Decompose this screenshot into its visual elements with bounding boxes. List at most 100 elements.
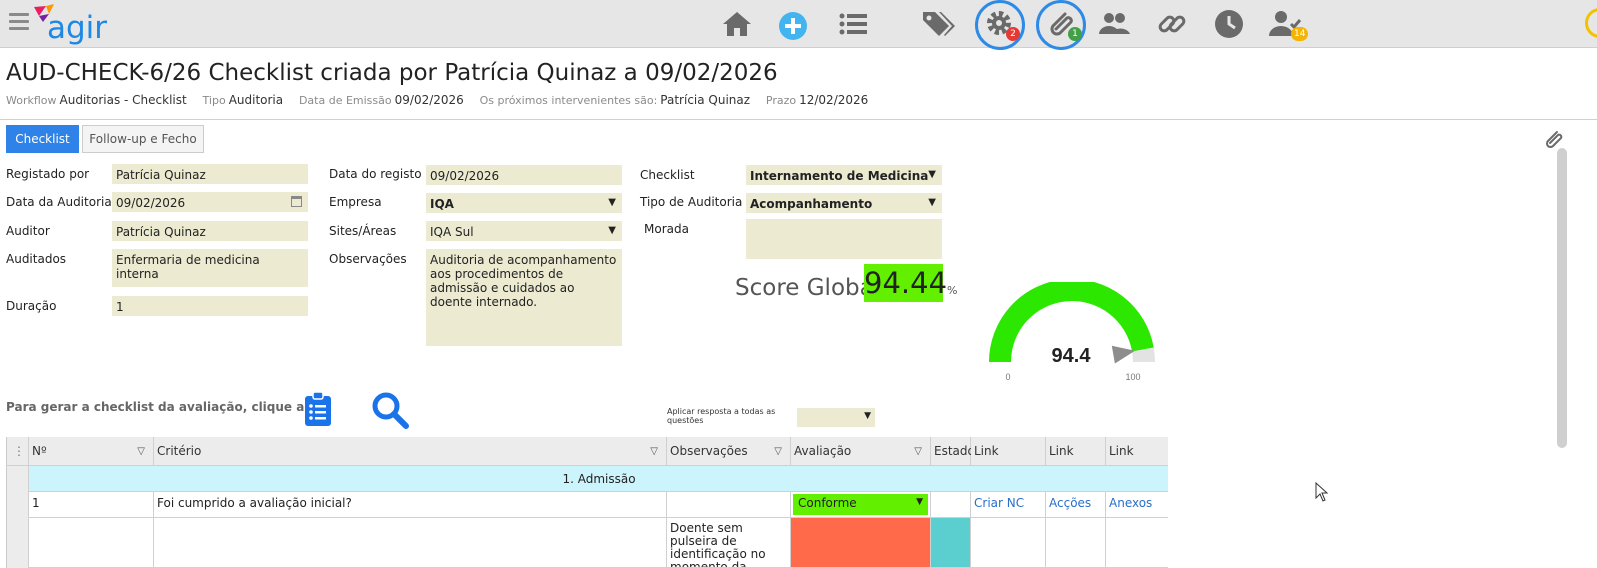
add-icon[interactable] <box>777 8 809 44</box>
audited-field[interactable]: Enfermaria de medicina interna <box>112 249 308 287</box>
workflow-value: Auditorias - Checklist <box>59 93 187 107</box>
link-icon[interactable] <box>1153 6 1191 42</box>
page-title: AUD-CHECK-6/26 Checklist criada por Patr… <box>6 60 778 86</box>
apply-all-select[interactable]: ▼ <box>797 408 875 427</box>
logo-text: agir <box>47 10 107 46</box>
checklist-grid: ⋮ Nº ▽ Critério ▽ Observações ▽ Avaliação ▽ … <box>6 437 1168 568</box>
users-icon[interactable] <box>1095 6 1133 42</box>
row-state <box>931 492 971 518</box>
audited-label: Auditados <box>6 252 67 266</box>
tab-followup[interactable]: Follow-up e Fecho <box>82 125 204 153</box>
grid-header-link-3[interactable]: Link <box>1106 437 1168 466</box>
audit-type-select[interactable]: Acompanhamento ▼ <box>746 193 942 213</box>
chevron-down-icon: ▼ <box>916 497 923 507</box>
issue-date-value: 09/02/2026 <box>394 93 464 107</box>
row-link-1[interactable] <box>971 518 1046 568</box>
grid-header-observations[interactable]: Observações ▽ <box>667 437 791 466</box>
attachments-link[interactable]: Anexos <box>1106 492 1168 518</box>
auditor-field[interactable]: Patrícia Quinaz <box>112 221 308 241</box>
header-divider <box>0 119 1597 120</box>
apply-all-label: Aplicar resposta a todas as questões <box>667 407 776 425</box>
issue-date-label: Data de Emissão <box>298 94 392 107</box>
row-criterion <box>154 518 667 568</box>
next-participants-value: Patrícia Quinaz <box>660 93 751 107</box>
registered-by-label: Registado por <box>6 167 90 181</box>
chevron-down-icon: ▽ <box>137 446 145 457</box>
row-link-2[interactable] <box>1046 518 1106 568</box>
chevron-down-icon: ▼ <box>864 411 871 421</box>
vertical-scrollbar[interactable] <box>1557 148 1567 448</box>
group-row: 1. Admissão <box>29 466 1168 492</box>
duration-field[interactable]: 1 <box>112 296 308 316</box>
menu-icon[interactable] <box>9 13 29 31</box>
grid-header-criterion[interactable]: Critério ▽ <box>154 437 667 466</box>
grid-header-link-1[interactable]: Link <box>971 437 1046 466</box>
row-evaluation-cell[interactable] <box>791 518 931 568</box>
duration-label: Duração <box>6 299 57 313</box>
checklist-value: Internamento de Medicina <box>750 169 929 183</box>
audit-date-value: 09/02/2026 <box>116 196 186 210</box>
grid-header-evaluation[interactable]: Avaliação ▽ <box>791 437 931 466</box>
row-link-3[interactable] <box>1106 518 1168 568</box>
settings-badge: 2 <box>1006 27 1020 41</box>
audit-type-label: Tipo de Auditoria <box>640 195 743 209</box>
observations-label: Observações <box>329 252 407 266</box>
sites-select[interactable]: IQA Sul ▼ <box>426 221 622 241</box>
generate-checklist-label: Para gerar a checklist da avaliação, cli… <box>6 400 331 414</box>
grid-header-state[interactable]: Estado <box>931 437 975 466</box>
home-icon[interactable] <box>718 6 756 42</box>
calendar-icon[interactable] <box>291 196 302 207</box>
score-value: 94.44 <box>864 264 948 302</box>
score-unit: % <box>947 284 958 297</box>
workflow-label: Workflow <box>6 94 57 107</box>
row-observations[interactable] <box>667 492 791 518</box>
attachments-badge: 1 <box>1068 27 1082 41</box>
registered-by-field[interactable]: Patrícia Quinaz <box>112 164 308 184</box>
create-nc-link[interactable]: Criar NC <box>971 492 1046 518</box>
row-observations[interactable]: Doente sem pulseira de identificação no … <box>667 518 791 568</box>
audit-date-field[interactable]: 09/02/2026 <box>112 192 308 212</box>
top-bar: agir 2 1 14 <box>0 0 1597 50</box>
app-logo[interactable]: agir <box>34 2 124 46</box>
checklist-label: Checklist <box>640 168 695 182</box>
list-icon[interactable] <box>834 6 872 42</box>
company-select[interactable]: IQA ▼ <box>426 193 622 213</box>
chevron-down-icon: ▼ <box>608 225 616 236</box>
row-criterion: Foi cumprido a avaliação inicial? <box>154 492 667 518</box>
tab-checklist[interactable]: Checklist <box>6 125 79 153</box>
grid-header-observations-label: Observações <box>670 444 748 458</box>
gauge-max: 100 <box>1125 372 1140 382</box>
grid-options-icon[interactable]: ⋮ <box>7 437 29 466</box>
gauge-min: 0 <box>1005 372 1010 382</box>
register-date-field[interactable]: 09/02/2026 <box>426 165 622 185</box>
evaluation-select[interactable]: Conforme ▼ <box>793 494 928 515</box>
sites-label: Sites/Áreas <box>329 224 397 238</box>
sites-value: IQA Sul <box>430 225 474 239</box>
actions-link[interactable]: Acções <box>1046 492 1106 518</box>
audit-type-value: Acompanhamento <box>750 197 873 211</box>
row-number: 1 <box>29 492 154 518</box>
observations-field[interactable]: Auditoria de acompanhamento aos procedim… <box>426 249 622 346</box>
register-date-label: Data do registo <box>329 167 422 181</box>
chevron-down-icon: ▽ <box>774 446 782 457</box>
row-gutter <box>7 466 29 568</box>
grid-header-evaluation-label: Avaliação <box>794 444 852 458</box>
search-icon[interactable] <box>370 390 410 430</box>
clipboard-list-icon[interactable] <box>302 391 334 427</box>
avatar[interactable] <box>1585 8 1597 38</box>
deadline-value: 12/02/2026 <box>799 93 869 107</box>
audit-date-label: Data da Auditoria <box>6 195 112 209</box>
chevron-down-icon: ▼ <box>608 197 616 208</box>
deadline-label: Prazo <box>765 94 797 107</box>
header-meta: Workflow Auditorias - Checklist Tipo Audit… <box>6 93 880 107</box>
evaluation-value: Conforme <box>798 496 857 510</box>
type-label: Tipo <box>202 94 226 107</box>
grid-header-number-label: Nº <box>32 444 47 458</box>
tags-icon[interactable] <box>918 6 956 42</box>
address-field[interactable] <box>746 219 942 259</box>
checklist-select[interactable]: Internamento de Medicina ▼ <box>746 165 942 185</box>
grid-header-number[interactable]: Nº ▽ <box>29 437 154 466</box>
grid-header-link-2[interactable]: Link <box>1046 437 1106 466</box>
clock-icon[interactable] <box>1210 6 1248 42</box>
chevron-down-icon: ▼ <box>928 197 936 208</box>
